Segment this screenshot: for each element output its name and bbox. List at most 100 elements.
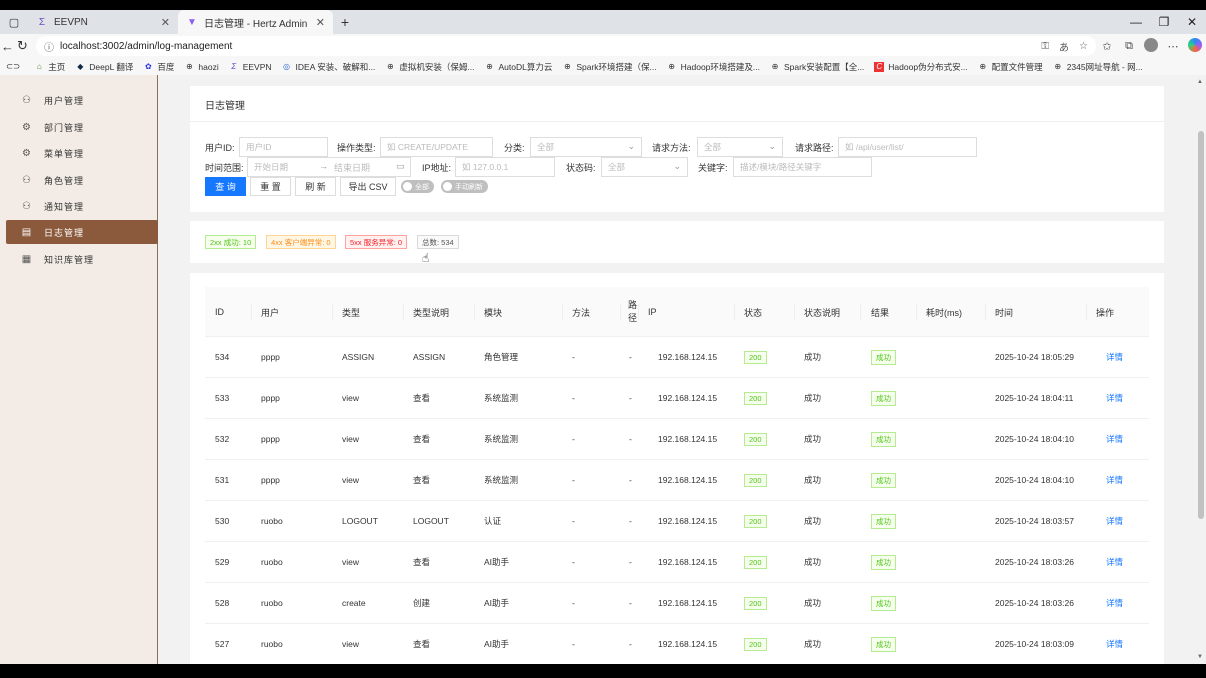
sidebar-item-logs[interactable]: ▤ 日志管理 bbox=[6, 220, 158, 244]
vite-icon: ▼ bbox=[187, 16, 197, 28]
bookmark-item[interactable]: ⊕ Spark安装配置【全... bbox=[770, 61, 865, 73]
reload-icon[interactable]: ↻ bbox=[15, 38, 30, 54]
copilot-icon[interactable] bbox=[1184, 37, 1206, 55]
details-link-text[interactable]: 详情 bbox=[1106, 515, 1123, 527]
op-type-input[interactable]: 如 CREATE/UPDATE bbox=[380, 137, 493, 157]
details-link[interactable]: 详情 bbox=[1106, 378, 1123, 418]
bookmark-item[interactable]: ⊕ Hadoop环境搭建及... bbox=[667, 61, 760, 73]
cell-status-desc: 成功 bbox=[804, 557, 822, 567]
scroll-down-icon[interactable]: ▼ bbox=[1197, 654, 1203, 660]
url-input[interactable]: ⓘ localhost:3002/admin/log-management ⚿ … bbox=[36, 36, 1096, 56]
page-scrollbar[interactable]: ▲ ▼ bbox=[1196, 75, 1206, 664]
details-link-text[interactable]: 详情 bbox=[1106, 351, 1123, 363]
ip-input[interactable]: 如 127.0.0.1 bbox=[455, 157, 555, 177]
bookmark-item[interactable]: Σ EEVPN bbox=[229, 62, 271, 72]
total-count-badge: 总数: 534 bbox=[417, 235, 459, 249]
new-tab-icon[interactable]: + bbox=[333, 14, 357, 30]
star-icon[interactable]: ☆ bbox=[1079, 41, 1088, 52]
bookmark-item[interactable]: ⌂ 主页 bbox=[34, 61, 65, 73]
col-header-actions: 操作 bbox=[1096, 307, 1115, 318]
bookmark-item[interactable]: ✿ 百度 bbox=[143, 61, 174, 73]
bookmark-item[interactable]: ◎ IDEA 安装、破解和... bbox=[282, 61, 375, 73]
export-csv-button[interactable]: 导出 CSV bbox=[340, 177, 396, 196]
manual-refresh-toggle[interactable]: 手动刷新 bbox=[441, 180, 488, 193]
sidebar-item-knowledge-base[interactable]: ▦ 知识库管理 bbox=[6, 247, 158, 271]
bookmark-item[interactable]: ⊕ AutoDL算力云 bbox=[484, 61, 552, 73]
details-link[interactable]: 详情 bbox=[1106, 542, 1123, 582]
info-icon[interactable]: ⓘ bbox=[44, 39, 54, 54]
details-link-text[interactable]: 详情 bbox=[1106, 433, 1123, 445]
profile-icon[interactable] bbox=[1140, 37, 1162, 55]
cell-type: view bbox=[342, 393, 360, 403]
bookmark-item[interactable]: ⊕ Spark环境搭建（保... bbox=[562, 61, 657, 73]
keyword-input[interactable]: 描述/模块/路径关键字 bbox=[733, 157, 872, 177]
details-link-text[interactable]: 详情 bbox=[1106, 597, 1123, 609]
sidebar-item-roles[interactable]: ⚇ 角色管理 bbox=[6, 168, 158, 192]
maximize-icon[interactable]: ❐ bbox=[1150, 15, 1178, 29]
cell-type-desc: 创建 bbox=[413, 598, 431, 608]
tab-actions-icon[interactable]: ▢ bbox=[0, 10, 28, 34]
cell-status-desc: 成功 bbox=[804, 598, 822, 608]
query-button[interactable]: 查 询 bbox=[205, 177, 246, 196]
favorites-icon[interactable]: ✩ bbox=[1096, 40, 1118, 53]
status-badge: 200 bbox=[744, 350, 767, 364]
sidebar-item-label: 菜单管理 bbox=[44, 148, 85, 159]
cell-method: - bbox=[572, 393, 575, 403]
details-link[interactable]: 详情 bbox=[1106, 419, 1123, 459]
bookmark-item[interactable]: ⊕ haozi bbox=[184, 62, 219, 72]
details-link-text[interactable]: 详情 bbox=[1106, 474, 1123, 486]
details-link-text[interactable]: 详情 bbox=[1106, 556, 1123, 568]
sidebar-item-notifications[interactable]: ⚇ 通知管理 bbox=[6, 194, 158, 218]
cell-time: 2025-10-24 18:04:11 bbox=[995, 393, 1074, 403]
bookmark-item[interactable]: ⊕ 虚拟机安装（保姆... bbox=[385, 61, 474, 73]
cell-result: 成功 bbox=[871, 624, 896, 664]
category-select[interactable]: 全部 ⌄ bbox=[530, 137, 642, 157]
minimize-icon[interactable]: — bbox=[1122, 15, 1150, 29]
cell-path: - bbox=[629, 516, 632, 526]
cell-module: 系统监测 bbox=[484, 393, 519, 403]
user-icon: ⚇ bbox=[22, 94, 32, 106]
close-tab-icon[interactable]: ✕ bbox=[316, 16, 325, 29]
idea-icon: ◎ bbox=[283, 62, 291, 71]
bookmark-item[interactable]: C Hadoop伪分布式安... bbox=[874, 61, 968, 73]
details-link[interactable]: 详情 bbox=[1106, 583, 1123, 623]
collections-icon[interactable]: ⧉ bbox=[1118, 40, 1140, 53]
cell-type-desc: 查看 bbox=[413, 434, 431, 444]
details-link-text[interactable]: 详情 bbox=[1106, 638, 1123, 650]
sidebar-item-menus[interactable]: ⚙ 菜单管理 bbox=[6, 141, 158, 165]
cell-path: - bbox=[629, 434, 632, 444]
cell-result: 成功 bbox=[871, 501, 896, 541]
bookmark-item[interactable]: ⊕ 2345网址导航 - 网... bbox=[1053, 61, 1142, 73]
close-window-icon[interactable]: ✕ bbox=[1178, 15, 1206, 29]
cell-method: - bbox=[572, 639, 575, 649]
details-link-text[interactable]: 详情 bbox=[1106, 392, 1123, 404]
browser-tab[interactable]: Σ EEVPN ✕ bbox=[28, 10, 178, 34]
reset-button[interactable]: 重 置 bbox=[250, 177, 291, 196]
details-link[interactable]: 详情 bbox=[1106, 337, 1123, 377]
more-icon[interactable]: ⋯ bbox=[1162, 40, 1184, 53]
sidebar-item-departments[interactable]: ⚙ 部门管理 bbox=[6, 115, 158, 139]
bookmark-item[interactable]: ◆ DeepL 翻译 bbox=[75, 61, 133, 73]
close-tab-icon[interactable]: ✕ bbox=[161, 16, 170, 29]
translate-icon[interactable]: あ bbox=[1059, 39, 1069, 54]
scroll-up-icon[interactable]: ▲ bbox=[1197, 79, 1203, 85]
bookmark-toggle-icon[interactable]: ⊂⊃ bbox=[6, 61, 20, 72]
back-icon[interactable]: ← bbox=[0, 39, 15, 54]
details-link[interactable]: 详情 bbox=[1106, 460, 1123, 500]
user-id-input[interactable]: 用户ID bbox=[239, 137, 328, 157]
status-code-select[interactable]: 全部 ⌄ bbox=[601, 157, 688, 177]
sidebar-item-users[interactable]: ⚇ 用户管理 bbox=[6, 88, 158, 112]
auto-refresh-toggle[interactable]: 全部 bbox=[401, 180, 434, 193]
details-link[interactable]: 详情 bbox=[1106, 501, 1123, 541]
key-icon[interactable]: ⚿ bbox=[1041, 41, 1049, 52]
req-method-select[interactable]: 全部 ⌄ bbox=[697, 137, 783, 157]
refresh-button[interactable]: 刷 新 bbox=[295, 177, 336, 196]
bookmark-item[interactable]: ⊕ 配置文件管理 bbox=[978, 61, 1042, 73]
browser-tab-active[interactable]: ▼ 日志管理 - Hertz Admin ✕ bbox=[178, 10, 333, 34]
req-path-input[interactable]: 如 /api/user/list/ bbox=[838, 137, 977, 157]
scrollbar-thumb[interactable] bbox=[1198, 131, 1204, 519]
details-link[interactable]: 详情 bbox=[1106, 624, 1123, 664]
cell-module: 角色管理 bbox=[484, 352, 519, 362]
cell-result: 成功 bbox=[871, 460, 896, 500]
date-range-picker[interactable]: 开始日期 bbox=[247, 157, 411, 177]
